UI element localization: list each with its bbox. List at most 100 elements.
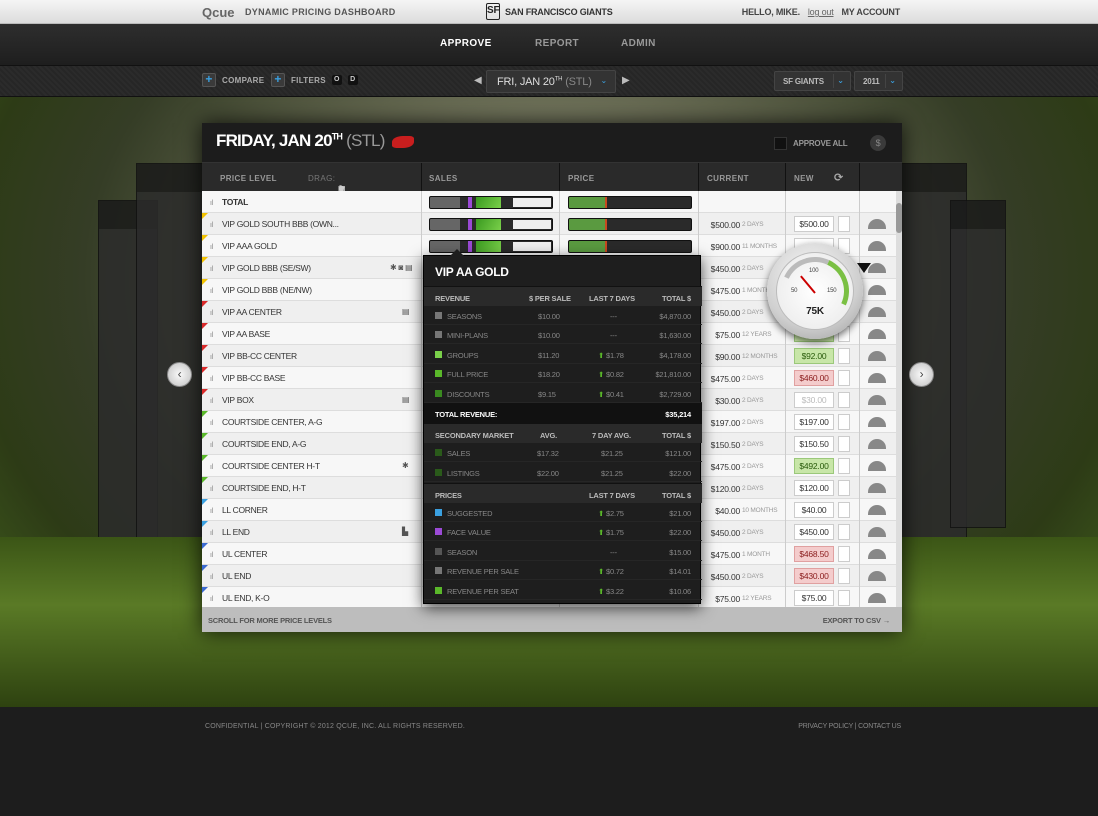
new-price-input[interactable]: $450.00: [794, 524, 834, 540]
new-price-input[interactable]: $468.50: [794, 546, 834, 562]
my-account-link[interactable]: MY ACCOUNT: [842, 7, 901, 17]
table-scrollbar[interactable]: [896, 191, 902, 607]
mini-gauge-icon[interactable]: [868, 351, 886, 361]
approve-checkbox[interactable]: [838, 348, 850, 364]
approve-checkbox[interactable]: [838, 590, 850, 606]
mini-gauge-icon[interactable]: [868, 571, 886, 581]
year-select[interactable]: 2011 ⌄: [854, 71, 903, 91]
prev-game-button[interactable]: ‹: [167, 362, 192, 387]
chart-icon[interactable]: ıl: [210, 200, 216, 207]
next-game-button[interactable]: ›: [909, 362, 934, 387]
col-current[interactable]: CURRENT: [707, 174, 749, 183]
tab-admin[interactable]: ADMIN: [621, 38, 656, 49]
chart-icon[interactable]: ıl: [210, 376, 216, 383]
approve-checkbox[interactable]: [838, 480, 850, 496]
prev-date-icon[interactable]: ◀: [474, 75, 482, 86]
approve-checkbox[interactable]: [838, 546, 850, 562]
price-level-name: ıl COURTSIDE CENTER, A-G: [210, 417, 323, 427]
main-nav: APPROVE REPORT ADMIN: [0, 24, 1098, 66]
next-date-icon[interactable]: ▶: [622, 75, 630, 86]
new-price-input[interactable]: $492.00: [794, 458, 834, 474]
chart-icon[interactable]: ıl: [210, 464, 216, 471]
refresh-icon[interactable]: ⟳: [834, 171, 844, 184]
mini-gauge-icon[interactable]: [868, 373, 886, 383]
table-row[interactable]: ıl TOTAL: [202, 191, 897, 213]
approve-checkbox[interactable]: [838, 392, 850, 408]
chart-icon[interactable]: ıl: [210, 398, 216, 405]
new-price-input[interactable]: $92.00: [794, 348, 834, 364]
approve-checkbox[interactable]: [838, 436, 850, 452]
title-opponent: (STL): [346, 131, 385, 150]
approve-checkbox[interactable]: [838, 414, 850, 430]
approve-checkbox[interactable]: [838, 524, 850, 540]
new-price-input[interactable]: $120.00: [794, 480, 834, 496]
mini-gauge-icon[interactable]: [868, 329, 886, 339]
chart-icon[interactable]: ıl: [210, 310, 216, 317]
scroll-thumb[interactable]: [896, 203, 902, 233]
chart-icon[interactable]: ıl: [210, 486, 216, 493]
team-select[interactable]: SF GIANTS ⌄: [774, 71, 851, 91]
new-price-input[interactable]: $150.50: [794, 436, 834, 452]
mini-gauge-icon[interactable]: [868, 549, 886, 559]
date-select[interactable]: FRI, JAN 20TH (STL) ⌄: [486, 70, 616, 93]
col-price[interactable]: PRICE: [568, 174, 594, 183]
new-price-input[interactable]: $40.00: [794, 502, 834, 518]
chart-icon[interactable]: ıl: [210, 332, 216, 339]
tab-report[interactable]: REPORT: [535, 38, 579, 49]
col-sales[interactable]: SALES: [429, 174, 458, 183]
approve-checkbox[interactable]: [838, 568, 850, 584]
approve-checkbox[interactable]: [838, 502, 850, 518]
chart-icon[interactable]: ıl: [210, 266, 216, 273]
chart-icon[interactable]: ıl: [210, 420, 216, 427]
chart-icon[interactable]: ıl: [210, 596, 216, 603]
toggle-o[interactable]: O: [331, 75, 342, 85]
price-row: SEASON --- $15.00: [424, 542, 702, 561]
col-new[interactable]: NEW: [794, 174, 814, 183]
chart-icon[interactable]: ıl: [210, 288, 216, 295]
mini-gauge-icon[interactable]: [868, 395, 886, 405]
new-price-input[interactable]: $75.00: [794, 590, 834, 606]
toggle-d[interactable]: D: [347, 75, 358, 85]
mini-gauge-icon[interactable]: [868, 219, 886, 229]
table-row[interactable]: ıl VIP GOLD SOUTH BBB (OWN... $500.00 2 DAY…: [202, 213, 897, 235]
chart-icon[interactable]: ıl: [210, 530, 216, 537]
chart-icon[interactable]: ıl: [210, 442, 216, 449]
mini-gauge-icon[interactable]: [868, 307, 886, 317]
sec-total: $121.00: [665, 449, 691, 458]
mini-gauge-icon[interactable]: [868, 505, 886, 515]
approve-checkbox[interactable]: [838, 216, 850, 232]
dollar-button[interactable]: $: [870, 135, 886, 151]
chart-icon[interactable]: ıl: [210, 244, 216, 251]
logout-link[interactable]: log out: [808, 7, 834, 17]
approve-checkbox[interactable]: [838, 458, 850, 474]
mini-gauge-icon[interactable]: [868, 483, 886, 493]
tab-approve[interactable]: APPROVE: [440, 38, 492, 49]
new-price-input[interactable]: $197.00: [794, 414, 834, 430]
mini-gauge-icon[interactable]: [868, 527, 886, 537]
mini-gauge-icon[interactable]: [868, 461, 886, 471]
mini-gauge-icon[interactable]: [868, 439, 886, 449]
mini-gauge-icon[interactable]: [868, 593, 886, 603]
price-level-label: LL END: [222, 527, 250, 537]
chart-icon[interactable]: ıl: [210, 508, 216, 515]
chart-icon[interactable]: ıl: [210, 222, 216, 229]
footer-links[interactable]: PRIVACY POLICY | CONTACT US: [798, 723, 901, 730]
chart-icon[interactable]: ıl: [210, 552, 216, 559]
new-price-input[interactable]: $430.00: [794, 568, 834, 584]
chart-icon[interactable]: ıl: [210, 354, 216, 361]
compare-button[interactable]: + COMPARE: [202, 73, 264, 87]
chart-icon[interactable]: ıl: [210, 574, 216, 581]
rev-total: $1,630.00: [659, 331, 691, 341]
new-price-input[interactable]: $460.00: [794, 370, 834, 386]
mini-gauge-icon[interactable]: [868, 285, 886, 295]
export-csv-link[interactable]: EXPORT TO CSV →: [823, 616, 890, 625]
col-price-level[interactable]: PRICE LEVEL: [220, 174, 277, 183]
approve-checkbox[interactable]: [838, 370, 850, 386]
mini-gauge-icon[interactable]: [868, 241, 886, 251]
approve-all[interactable]: APPROVE ALL: [774, 137, 848, 150]
approve-all-checkbox[interactable]: [774, 137, 787, 150]
filters-button[interactable]: + FILTERS O D: [271, 73, 358, 87]
new-price-input[interactable]: $500.00: [794, 216, 834, 232]
new-price-input[interactable]: $30.00: [794, 392, 834, 408]
mini-gauge-icon[interactable]: [868, 417, 886, 427]
